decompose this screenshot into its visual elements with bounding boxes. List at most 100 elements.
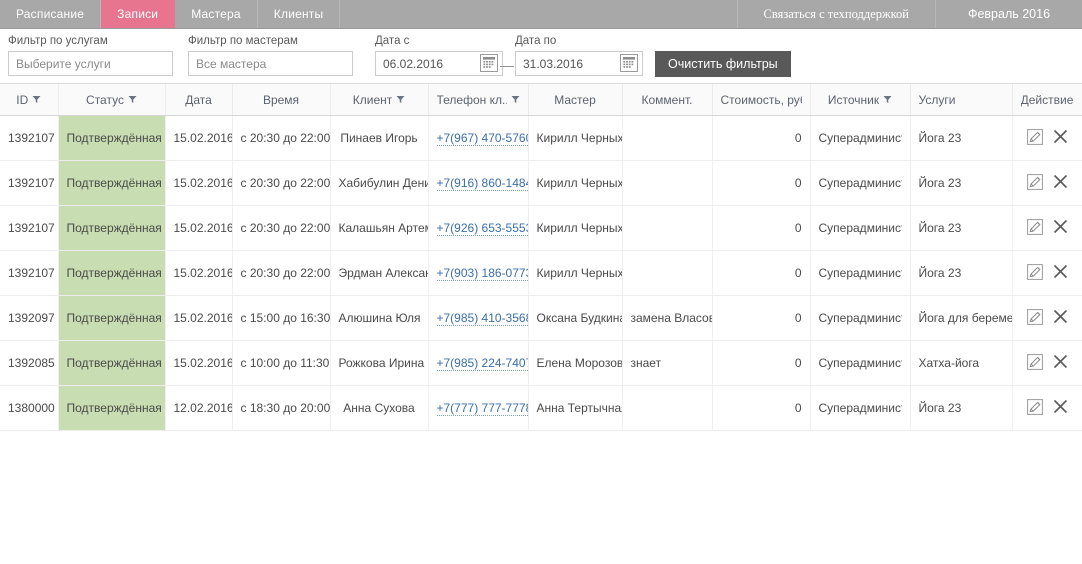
cell-date: 15.02.2016 [165, 205, 233, 251]
source-text: Суперадминистратор [818, 266, 902, 280]
phone-link[interactable]: +7(777) 777-7778 [436, 401, 527, 416]
status-badge: Подтверждённая [58, 340, 166, 386]
edit-icon[interactable] [1026, 263, 1043, 280]
col-header-source[interactable]: Источник [810, 84, 911, 116]
cell-cost: 0 [712, 385, 811, 431]
tab-label: Расписание [16, 7, 85, 21]
table-row[interactable]: 1392107 Подтверждённая 15.02.2016 с 20:30 д… [0, 160, 1082, 206]
col-label: Источник [827, 92, 880, 107]
cell-action [1012, 205, 1082, 251]
date-range-separator: — [500, 57, 514, 73]
cell-client: Алюшина Юля [330, 295, 429, 341]
cell-services: Йога 23 [910, 205, 1013, 251]
phone-link[interactable]: +7(967) 470-5760 [436, 131, 527, 146]
date-from-wrapper [375, 51, 503, 76]
edit-icon[interactable] [1026, 128, 1043, 145]
table-row[interactable]: 1392107 Подтверждённая 15.02.2016 с 20:30 д… [0, 115, 1082, 161]
delete-icon[interactable] [1053, 264, 1068, 279]
col-header-status[interactable]: Статус [58, 84, 166, 116]
filter-icon[interactable] [883, 93, 892, 107]
table-row[interactable]: 1392085 Подтверждённая 15.02.2016 с 10:00 д… [0, 340, 1082, 386]
col-label: Статус [86, 92, 124, 107]
delete-icon[interactable] [1053, 309, 1068, 324]
clear-filters-button[interactable]: Очистить фильтры [655, 51, 791, 77]
phone-link[interactable]: +7(903) 186-0773 [436, 266, 527, 281]
cell-services: Йога 23 [910, 115, 1013, 161]
table-row[interactable]: 1380000 Подтверждённая 12.02.2016 с 18:30 д… [0, 385, 1082, 431]
cell-master: Кирилл Черных [528, 115, 623, 161]
month-selector[interactable]: Февраль 2016 [936, 0, 1082, 28]
status-badge: Подтверждённая [58, 160, 166, 206]
col-header-comment[interactable]: Коммент. [622, 84, 713, 116]
support-label: Связаться с техподдержкой [763, 6, 909, 21]
masters-filter-input[interactable] [188, 51, 353, 76]
table-body: 1392107 Подтверждённая 15.02.2016 с 20:30 д… [0, 115, 1082, 431]
edit-icon[interactable] [1026, 173, 1043, 190]
phone-link[interactable]: +7(916) 860-1484 [436, 176, 527, 191]
col-label: ID [16, 92, 29, 107]
col-header-services[interactable]: Услуги [910, 84, 1013, 116]
cell-time: с 20:30 до 22:00 [232, 250, 331, 296]
cell-id: 1380000 [0, 385, 59, 431]
col-header-master[interactable]: Мастер [528, 84, 623, 116]
tab-raspisanie[interactable]: Расписание [0, 0, 102, 28]
status-badge: Подтверждённая [58, 115, 166, 161]
cell-services: Йога для беременных [910, 295, 1013, 341]
cell-id: 1392107 [0, 160, 59, 206]
cell-comment [622, 205, 713, 251]
cell-date: 15.02.2016 [165, 250, 233, 296]
services-filter-input[interactable] [8, 51, 173, 76]
delete-icon[interactable] [1053, 399, 1068, 414]
cell-services: Хатха-йога [910, 340, 1013, 386]
col-header-phone[interactable]: Телефон кл... [428, 84, 529, 116]
cell-master: Елена Морозова [528, 340, 623, 386]
cell-id: 1392107 [0, 250, 59, 296]
phone-link[interactable]: +7(985) 224-7407 [436, 356, 527, 371]
services-filter-label: Фильтр по услугам [8, 35, 108, 47]
cell-time: с 20:30 до 22:00 [232, 160, 331, 206]
table-row[interactable]: 1392107 Подтверждённая 15.02.2016 с 20:30 д… [0, 205, 1082, 251]
filter-icon[interactable] [32, 93, 41, 107]
support-link[interactable]: Связаться с техподдержкой [738, 0, 936, 28]
tab-label: Мастера [191, 7, 241, 21]
delete-icon[interactable] [1053, 174, 1068, 189]
phone-link[interactable]: +7(985) 410-3568 [436, 311, 527, 326]
edit-icon[interactable] [1026, 218, 1043, 235]
date-to-label: Дата по [515, 35, 557, 47]
tab-zapisi[interactable]: Записи [101, 0, 176, 28]
edit-icon[interactable] [1026, 308, 1043, 325]
cell-services: Йога 23 [910, 385, 1013, 431]
cell-action [1012, 160, 1082, 206]
filter-icon[interactable] [511, 93, 520, 107]
tab-mastera[interactable]: Мастера [175, 0, 258, 28]
cell-phone: +7(916) 860-1484 [428, 160, 529, 206]
cell-phone: +7(903) 186-0773 [428, 250, 529, 296]
cell-master: Кирилл Черных [528, 205, 623, 251]
delete-icon[interactable] [1053, 219, 1068, 234]
records-table: ID Статус Дата Время Клиент Телефон кл..… [0, 84, 1082, 431]
table-row[interactable]: 1392107 Подтверждённая 15.02.2016 с 20:30 д… [0, 250, 1082, 296]
masters-filter-label: Фильтр по мастерам [188, 35, 298, 47]
cell-services: Йога 23 [910, 160, 1013, 206]
col-label: Коммент. [641, 92, 693, 107]
col-header-client[interactable]: Клиент [330, 84, 429, 116]
col-header-id[interactable]: ID [0, 84, 59, 116]
col-header-date[interactable]: Дата [165, 84, 233, 116]
tab-klienty[interactable]: Клиенты [258, 0, 341, 28]
edit-icon[interactable] [1026, 353, 1043, 370]
phone-link[interactable]: +7(926) 653-5553 [436, 221, 527, 236]
filter-icon[interactable] [128, 93, 137, 107]
calendar-icon[interactable] [620, 54, 638, 72]
col-header-time[interactable]: Время [232, 84, 331, 116]
table-row[interactable]: 1392097 Подтверждённая 15.02.2016 с 15:00 д… [0, 295, 1082, 341]
cell-comment: знает [622, 340, 713, 386]
col-header-cost[interactable]: Стоимость, руб. [712, 84, 811, 116]
calendar-icon[interactable] [480, 54, 498, 72]
delete-icon[interactable] [1053, 354, 1068, 369]
cell-comment: замена Власова Ксения [622, 295, 713, 341]
cell-master: Кирилл Черных [528, 160, 623, 206]
delete-icon[interactable] [1053, 129, 1068, 144]
filter-icon[interactable] [396, 93, 405, 107]
edit-icon[interactable] [1026, 398, 1043, 415]
status-badge: Подтверждённая [58, 250, 166, 296]
